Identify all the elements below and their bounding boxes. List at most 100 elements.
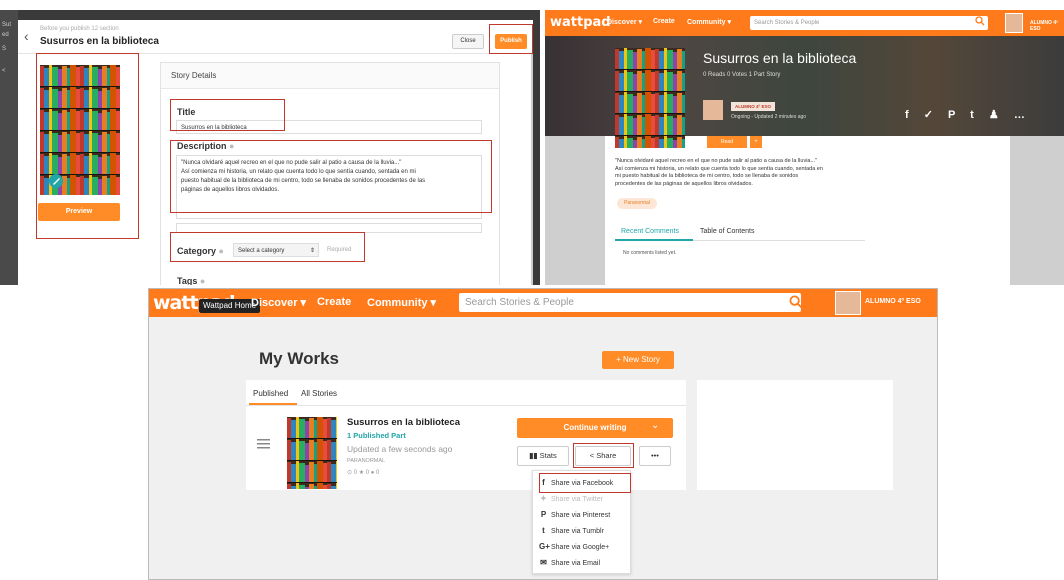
nav-discover[interactable]: Discover ▾ — [607, 18, 642, 26]
facebook-icon: f — [542, 478, 545, 487]
description-textarea[interactable]: "Nunca olvidaré aquel recreo en el que n… — [176, 155, 482, 219]
description-line: mi puesto habitual de la biblioteca de m… — [615, 173, 799, 179]
sidebar-text: S — [2, 46, 7, 52]
search-icon[interactable] — [975, 16, 985, 26]
tumblr-icon: t — [542, 526, 545, 535]
publish-button[interactable]: Publish — [495, 34, 527, 49]
social-share-icons[interactable]: f ✓ P t ♟ … — [905, 108, 1031, 121]
story-cover-image — [40, 65, 120, 195]
select-arrow-icon: ⇕ — [309, 248, 315, 254]
tab-published[interactable]: Published — [253, 389, 288, 398]
nav-create[interactable]: Create — [317, 296, 351, 308]
description-line: procedentes de las páginas de aquellos l… — [615, 180, 753, 187]
share-menu: f Share via Facebook ✦ Share via Twitter P… — [532, 470, 631, 574]
nav-create[interactable]: Create — [653, 18, 675, 25]
new-story-button[interactable]: + New Story — [602, 351, 674, 369]
description-line: páginas de aquellos libros olvidados. — [181, 187, 280, 193]
details-header: Story Details — [161, 63, 499, 89]
avatar[interactable] — [1005, 13, 1023, 33]
more-options-button[interactable]: ••• — [639, 446, 671, 466]
share-email[interactable]: ✉ Share via Email — [539, 557, 600, 569]
info-icon: ● — [218, 246, 224, 256]
active-tab-underline — [249, 403, 297, 405]
sidebar-card — [880, 136, 1010, 285]
author-avatar[interactable] — [703, 100, 723, 120]
story-status: Ongoing - Updated 2 minutes ago — [731, 114, 807, 120]
description-line: Así comienza mi historia, un relato que … — [615, 165, 823, 172]
share-google-plus[interactable]: G+Share via Google+ — [539, 541, 609, 553]
email-icon: ✉ — [540, 558, 547, 567]
stats-button[interactable]: ▮▮ Stats — [517, 446, 569, 466]
genre-tag[interactable]: Paranormal — [617, 198, 657, 209]
chevron-down-icon[interactable]: ⌄ — [651, 420, 659, 431]
my-works-panel: wattpad Wattpad Home Discover ▾ Create C… — [148, 288, 938, 580]
sidebar-text: ed — [2, 32, 9, 38]
sidebar-text: Sut — [2, 22, 12, 28]
story-details-form: Story Details Title Susurros en la bibli… — [160, 62, 500, 285]
close-button[interactable]: Close — [452, 34, 484, 49]
story-title: Susurros en la biblioteca — [703, 50, 857, 66]
published-parts[interactable]: 1 Published Part — [347, 431, 406, 440]
chevron-left-icon[interactable]: ‹ — [24, 28, 29, 44]
continue-writing-button[interactable]: Continue writing — [517, 418, 673, 438]
info-icon: ● — [229, 141, 235, 151]
category-label: Category ● — [177, 246, 224, 256]
username[interactable]: ALUMNO 4º ESO — [1030, 20, 1064, 32]
tab-recent-comments[interactable]: Recent Comments — [621, 228, 679, 235]
description-line: "Nunca olvidaré aquel recreo en el que n… — [181, 160, 402, 166]
nav-community[interactable]: Community ▾ — [687, 18, 731, 26]
username[interactable]: ALUMNO 4º ESO — [865, 298, 921, 305]
description-label: Description ● — [177, 141, 235, 151]
story-page-panel: wattpad Discover ▾ Create Community ▾ Se… — [545, 10, 1064, 285]
description-line: puesto habitual de la biblioteca de mi c… — [181, 178, 426, 184]
genre-label: PARANORMAL — [347, 458, 386, 464]
bar-chart-icon: ▮▮ — [529, 451, 538, 460]
preview-button[interactable]: Preview — [38, 203, 120, 221]
twitter-icon: ✦ — [540, 494, 547, 503]
story-cover-image[interactable] — [287, 417, 337, 489]
tab-table-of-contents[interactable]: Table of Contents — [700, 228, 754, 235]
story-editor-panel: Sut ed S < ‹ Before you publish 12 secti… — [0, 10, 540, 285]
share-twitter[interactable]: ✦ Share via Twitter — [539, 493, 603, 505]
tags-label: Tags ● — [177, 276, 206, 285]
tab-all-stories[interactable]: All Stories — [301, 389, 337, 398]
title-label: Title — [177, 107, 196, 117]
story-cover-image — [615, 48, 685, 148]
updated-time: Updated a few seconds ago — [347, 444, 453, 454]
active-tab-underline — [615, 239, 693, 241]
pinterest-icon: P — [540, 510, 547, 519]
scrollbar[interactable] — [531, 54, 533, 285]
read-button[interactable]: Read — [707, 136, 747, 148]
search-icon[interactable] — [789, 295, 803, 309]
share-icon: < — [589, 451, 595, 460]
share-button[interactable]: < Share — [575, 446, 631, 466]
avatar[interactable] — [835, 291, 861, 315]
dialog-subtitle: Before you publish 12 section — [40, 26, 119, 32]
add-to-list-button[interactable]: + — [750, 136, 762, 148]
google-plus-icon: G+ — [539, 542, 550, 551]
description-line: Así comienza mi historia, un relato que … — [181, 169, 416, 175]
category-select[interactable]: Select a category ⇕ — [233, 243, 319, 257]
description-extra — [176, 223, 482, 233]
tab-divider — [246, 405, 686, 406]
required-note: Required — [327, 247, 352, 253]
share-facebook[interactable]: f Share via Facebook — [539, 477, 613, 489]
nav-discover[interactable]: Discover ▾ — [251, 296, 306, 309]
search-input[interactable]: Search Stories & People — [750, 16, 988, 30]
share-pinterest[interactable]: P Share via Pinterest — [539, 509, 610, 521]
story-description: "Nunca olvidaré aquel recreo en el que n… — [615, 158, 865, 188]
wattpad-logo[interactable]: wattpad — [550, 15, 611, 30]
search-input[interactable]: Search Stories & People — [459, 293, 801, 312]
nav-community[interactable]: Community ▾ — [367, 296, 436, 309]
author-name[interactable]: ALUMNO 4º ESO — [731, 102, 775, 111]
story-title[interactable]: Susurros en la biblioteca — [347, 417, 460, 428]
share-tumblr[interactable]: t Share via Tumblr — [539, 525, 604, 537]
dialog-title: Susurros en la biblioteca — [40, 36, 159, 47]
page-title: My Works — [259, 349, 339, 368]
title-input[interactable]: Susurros en la biblioteca — [176, 120, 482, 134]
description-line: "Nunca olvidaré aquel recreo en el que n… — [615, 158, 818, 164]
drag-handle-icon[interactable] — [257, 439, 270, 449]
side-card — [697, 380, 893, 490]
info-icon: ● — [199, 276, 206, 285]
no-comments-text: No comments listed yet. — [623, 250, 677, 256]
